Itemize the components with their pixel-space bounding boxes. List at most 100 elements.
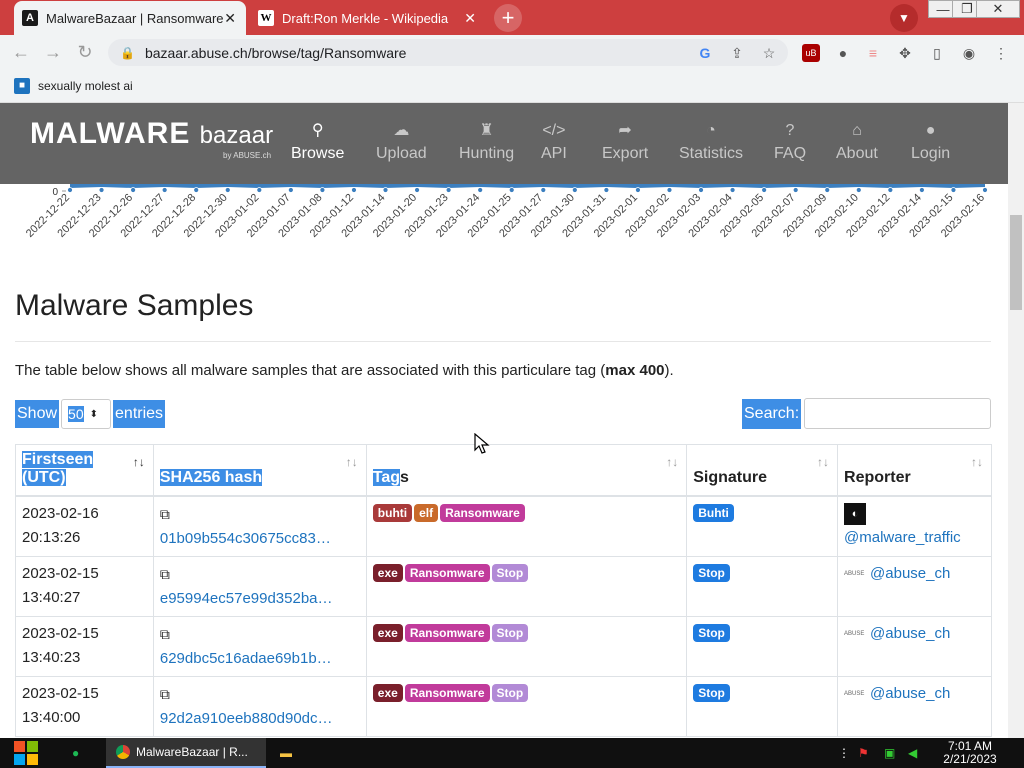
data-point[interactable] [540,187,547,193]
data-point[interactable] [477,187,484,193]
data-point[interactable] [130,187,137,193]
puzzle-extensions-icon[interactable]: ✥ [896,44,914,62]
data-point[interactable] [414,187,420,193]
share-icon[interactable]: ⇪ [728,44,746,62]
kebab-menu-icon[interactable]: ⋮ [992,44,1010,62]
data-point[interactable] [698,187,704,193]
star-icon[interactable]: ☆ [760,44,778,62]
signature-badge[interactable]: Stop [693,624,730,642]
page-scrollbar[interactable] [1008,103,1024,738]
sha256-link[interactable]: 629dbc5c16adae69b1b… [160,650,332,667]
table-row[interactable]: 2023-02-16 20:13:26 ⧉ 01b09b554c30675cc83… b… [15,495,992,557]
flag-extension-icon[interactable]: ≡ [864,44,882,62]
tag-badge[interactable]: exe [372,624,403,642]
nav-export[interactable]: ➦ Export [602,121,648,163]
address-bar[interactable]: 🔒 bazaar.abuse.ch/browse/tag/Ransomware [108,39,788,66]
col-signature[interactable]: Signature ↑↓ [686,444,839,497]
taskbar-chrome-app[interactable]: MalwareBazaar | R... [106,738,266,768]
close-window-icon[interactable]: ✕ [976,0,1020,18]
data-point[interactable] [319,187,326,193]
data-point[interactable] [950,187,957,193]
nav-about[interactable]: ⌂ About [836,121,878,163]
data-point[interactable] [287,187,294,193]
spotify-icon[interactable]: ● [72,738,92,768]
reporter-link[interactable]: @malware_traffic [844,529,961,546]
google-icon[interactable]: G [696,44,714,62]
table-row[interactable]: 2023-02-15 13:40:00 ⧉ 92d2a910eeb880d90dc… e… [15,676,992,737]
chevron-down-icon[interactable]: ▼ [890,4,918,32]
tray-overflow-icon[interactable]: ⋮ [838,738,850,768]
tag-badge[interactable]: exe [372,684,403,702]
data-point[interactable] [603,187,610,193]
table-row[interactable]: 2023-02-15 13:40:27 ⧉ e95994ec57e99d352ba… e… [15,556,992,617]
signature-badge[interactable]: Stop [693,564,730,582]
copy-icon[interactable]: ⧉ [160,686,170,702]
tag-badge[interactable]: Ransomware [404,564,490,582]
tag-badge[interactable]: Stop [491,684,529,702]
data-point[interactable] [382,187,389,193]
nav-browse[interactable]: ⚲ Browse [291,121,344,163]
col-sha256[interactable]: SHA256 hash ↑↓ [152,444,367,497]
data-point[interactable] [445,187,452,193]
flag-tray-icon[interactable]: ⚑ [858,738,876,768]
nav-hunting[interactable]: ♜ Hunting [459,121,514,163]
copy-icon[interactable]: ⧉ [160,626,170,642]
copy-icon[interactable]: ⧉ [160,506,170,522]
windows-start-icon[interactable] [10,738,42,768]
reporter-link[interactable]: @abuse_ch [870,685,950,702]
data-point[interactable] [982,187,988,193]
reload-icon[interactable]: ↻ [74,41,96,63]
sha256-link[interactable]: e95994ec57e99d352ba… [160,590,333,607]
col-tags[interactable]: Tags ↑↓ [365,444,688,497]
tag-badge[interactable]: Stop [491,624,529,642]
data-point[interactable] [508,187,515,193]
ublock-extension-icon[interactable]: uB [802,44,820,62]
taskbar-clock[interactable]: 7:01 AM 2/21/2023 [930,740,1010,766]
data-point[interactable] [193,187,200,193]
col-firstseen[interactable]: Firstseen (UTC) ↑↓ [15,444,154,497]
tag-badge[interactable]: buhti [372,504,413,522]
entries-select[interactable]: 50 ⬍ [61,399,112,429]
close-icon[interactable]: ✕ [224,10,236,27]
data-point[interactable] [98,187,105,193]
table-row[interactable]: 2023-02-15 13:40:23 ⧉ 629dbc5c16adae69b1b… e… [15,616,992,677]
signature-badge[interactable]: Buhti [693,504,734,522]
back-arrow-icon[interactable]: ← [10,41,32,63]
scrollbar-thumb[interactable] [1010,215,1022,310]
close-icon[interactable]: ✕ [464,10,476,27]
data-point[interactable] [666,187,673,193]
tab-malwarebazaar[interactable]: A MalwareBazaar | Ransomware ✕ [14,1,246,35]
tag-badge[interactable]: exe [372,564,403,582]
data-point[interactable] [761,187,768,193]
copy-icon[interactable]: ⧉ [160,566,170,582]
tab-wikipedia[interactable]: W Draft:Ron Merkle - Wikipedia ✕ [250,1,486,35]
new-tab-plus-icon[interactable]: + [494,4,522,32]
side-panel-icon[interactable]: ▯ [928,44,946,62]
search-input[interactable] [804,398,991,429]
data-point[interactable] [918,187,925,193]
tag-badge[interactable]: Ransomware [440,504,525,522]
data-point[interactable] [792,187,799,193]
sha256-link[interactable]: 92d2a910eeb880d90dc… [160,710,333,727]
data-point[interactable] [855,187,862,193]
data-point[interactable] [635,187,641,193]
nav-api[interactable]: </> API [541,121,567,163]
tag-badge[interactable]: Ransomware [404,684,490,702]
forward-arrow-icon[interactable]: → [42,41,64,63]
data-point[interactable] [729,187,736,193]
extension-avatar-icon[interactable]: ● [834,44,852,62]
data-point[interactable] [256,187,263,193]
bookmark-item[interactable]: sexually molest ai [38,79,133,93]
tag-badge[interactable]: Ransomware [404,624,490,642]
signature-badge[interactable]: Stop [693,684,730,702]
data-point[interactable] [161,187,168,193]
site-logo[interactable]: MALWARE bazaar [30,117,273,151]
data-point[interactable] [67,187,73,193]
data-point[interactable] [571,187,578,193]
nav-statistics[interactable]: ◔ Statistics [679,121,743,163]
sha256-link[interactable]: 01b09b554c30675cc83… [160,530,331,547]
col-reporter[interactable]: Reporter ↑↓ [837,444,992,497]
tag-badge[interactable]: Stop [491,564,529,582]
network-tray-icon[interactable]: ▣ [884,738,902,768]
nav-upload[interactable]: ☁ Upload [376,121,427,163]
